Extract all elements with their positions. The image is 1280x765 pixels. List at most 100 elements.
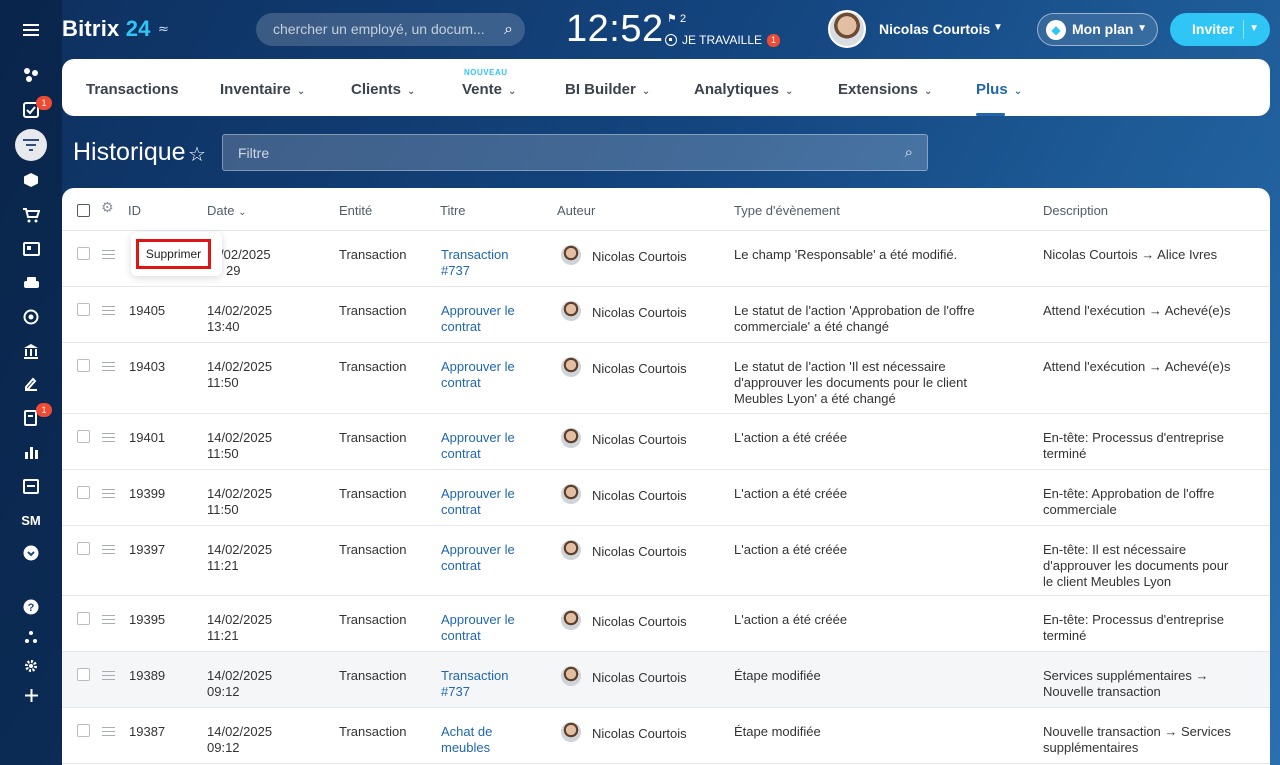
car-icon[interactable] [19,271,43,295]
table-row[interactable]: /02/2025 29 Transaction Transaction #737 N… [62,231,1270,287]
cell-author[interactable]: Nicolas Courtois [592,726,687,742]
cell-title-link[interactable]: Achat de meubles [441,724,492,756]
menu-transactions[interactable]: Transactions [86,81,179,98]
menu-extensions[interactable]: Extensions ⌄ [838,81,932,98]
row-checkbox[interactable] [77,247,90,260]
cell-title-link[interactable]: Approuver le contrat [441,612,515,644]
menu-bi-builder[interactable]: BI Builder ⌄ [565,81,650,98]
col-header-author[interactable]: Auteur [557,203,595,218]
crm-filter-icon[interactable] [19,133,43,157]
menu-clients[interactable]: Clients ⌄ [351,81,415,98]
row-menu-icon[interactable] [102,433,115,442]
cell-author[interactable]: Nicolas Courtois [592,614,687,630]
row-menu-icon[interactable] [102,727,115,736]
global-search-input[interactable]: chercher un employé, un docum... ⌕ [256,13,525,46]
analytics-icon[interactable] [19,440,43,464]
row-menu-icon[interactable] [102,545,115,554]
row-checkbox[interactable] [77,359,90,372]
switch-portal-icon[interactable]: ≈ [158,22,169,37]
cell-title-link[interactable]: Transaction #737 [441,247,508,279]
author-avatar[interactable] [561,357,581,377]
help-icon[interactable]: ? [19,595,43,619]
row-menu-icon[interactable] [102,671,115,680]
cell-author[interactable]: Nicolas Courtois [592,305,687,321]
work-status[interactable]: JE TRAVAILLE 1 [665,33,781,47]
table-row[interactable]: 19395 14/02/2025 11:21 Transaction Approu… [62,596,1270,652]
row-menu-icon[interactable] [102,615,115,624]
user-avatar[interactable] [828,10,866,48]
more-down-icon[interactable] [19,541,43,565]
cart-icon[interactable] [19,203,43,227]
menu-plus[interactable]: Plus ⌄ [976,81,1022,98]
menu-vente[interactable]: Vente ⌄ [462,81,516,98]
calendar-list-icon[interactable] [19,474,43,498]
row-menu-icon[interactable] [102,362,115,371]
structure-icon[interactable] [19,625,43,649]
user-menu-chevron-icon[interactable]: ▼ [993,22,1003,33]
favorite-star-icon[interactable]: ☆ [188,142,206,166]
cell-author[interactable]: Nicolas Courtois [592,432,687,448]
signature-icon[interactable] [19,372,43,396]
cell-title-link[interactable]: Transaction #737 [441,668,508,700]
col-header-id[interactable]: ID [128,203,141,218]
invite-button[interactable]: Inviter ▼ [1170,13,1270,46]
bank-icon[interactable] [19,339,43,363]
col-header-description[interactable]: Description [1043,203,1108,218]
table-row[interactable]: 19389 14/02/2025 09:12 Transaction Transa… [62,652,1270,708]
delete-menu-item[interactable]: Supprimer [136,239,211,269]
row-checkbox[interactable] [77,486,90,499]
author-avatar[interactable] [561,301,581,321]
author-avatar[interactable] [561,722,581,742]
table-row[interactable]: 19397 14/02/2025 11:21 Transaction Approu… [62,526,1270,596]
author-avatar[interactable] [561,428,581,448]
row-checkbox[interactable] [77,542,90,555]
cell-author[interactable]: Nicolas Courtois [592,488,687,504]
author-avatar[interactable] [561,666,581,686]
user-name[interactable]: Nicolas Courtois [879,21,990,37]
cell-author[interactable]: Nicolas Courtois [592,361,687,377]
menu-inventaire[interactable]: Inventaire ⌄ [220,81,305,98]
author-avatar[interactable] [561,245,581,265]
row-menu-icon[interactable] [102,250,115,259]
table-row[interactable]: 19387 14/02/2025 09:12 Transaction Achat … [62,708,1270,764]
search-icon[interactable]: ⌕ [905,143,913,161]
row-checkbox[interactable] [77,430,90,443]
search-icon[interactable]: ⌕ [504,19,513,39]
row-checkbox[interactable] [77,724,90,737]
cell-author[interactable]: Nicolas Courtois [592,249,687,265]
col-header-title[interactable]: Titre [440,203,466,218]
feed-icon[interactable] [19,63,43,87]
row-menu-icon[interactable] [102,489,115,498]
row-menu-icon[interactable] [102,306,115,315]
author-avatar[interactable] [561,610,581,630]
filter-input[interactable]: Filtre ⌕ [222,134,928,171]
row-checkbox[interactable] [77,303,90,316]
column-settings-gear-icon[interactable]: ⚙ [101,200,114,216]
cell-title-link[interactable]: Approuver le contrat [441,430,515,462]
clock-time[interactable]: 12:52 [566,8,664,51]
menu-analytiques[interactable]: Analytiques ⌄ [694,81,793,98]
col-header-entity[interactable]: Entité [339,203,372,218]
col-header-event-type[interactable]: Type d'évènement [734,203,840,218]
cell-title-link[interactable]: Approuver le contrat [441,359,515,391]
table-row[interactable]: 19403 14/02/2025 11:50 Transaction Approu… [62,343,1270,414]
contact-card-icon[interactable] [19,237,43,261]
select-all-checkbox[interactable] [77,204,90,217]
cell-author[interactable]: Nicolas Courtois [592,670,687,686]
table-row[interactable]: 19399 14/02/2025 11:50 Transaction Approu… [62,470,1270,526]
table-row[interactable]: 19401 14/02/2025 11:50 Transaction Approu… [62,414,1270,470]
settings-gear-icon[interactable] [19,654,43,678]
cell-author[interactable]: Nicolas Courtois [592,544,687,560]
add-plus-icon[interactable] [19,683,43,707]
col-header-date[interactable]: Date ⌄ [207,203,246,218]
author-avatar[interactable] [561,484,581,504]
sm-label[interactable]: SM [19,508,43,532]
cell-title-link[interactable]: Approuver le contrat [441,542,515,574]
cell-title-link[interactable]: Approuver le contrat [441,486,515,518]
target-icon[interactable] [19,305,43,329]
row-checkbox[interactable] [77,668,90,681]
my-plan-button[interactable]: ◆ Mon plan ▼ [1037,13,1158,46]
invite-chevron-icon[interactable]: ▼ [1249,23,1259,34]
flag-counter[interactable]: ⚑ 2 [667,12,686,25]
author-avatar[interactable] [561,540,581,560]
